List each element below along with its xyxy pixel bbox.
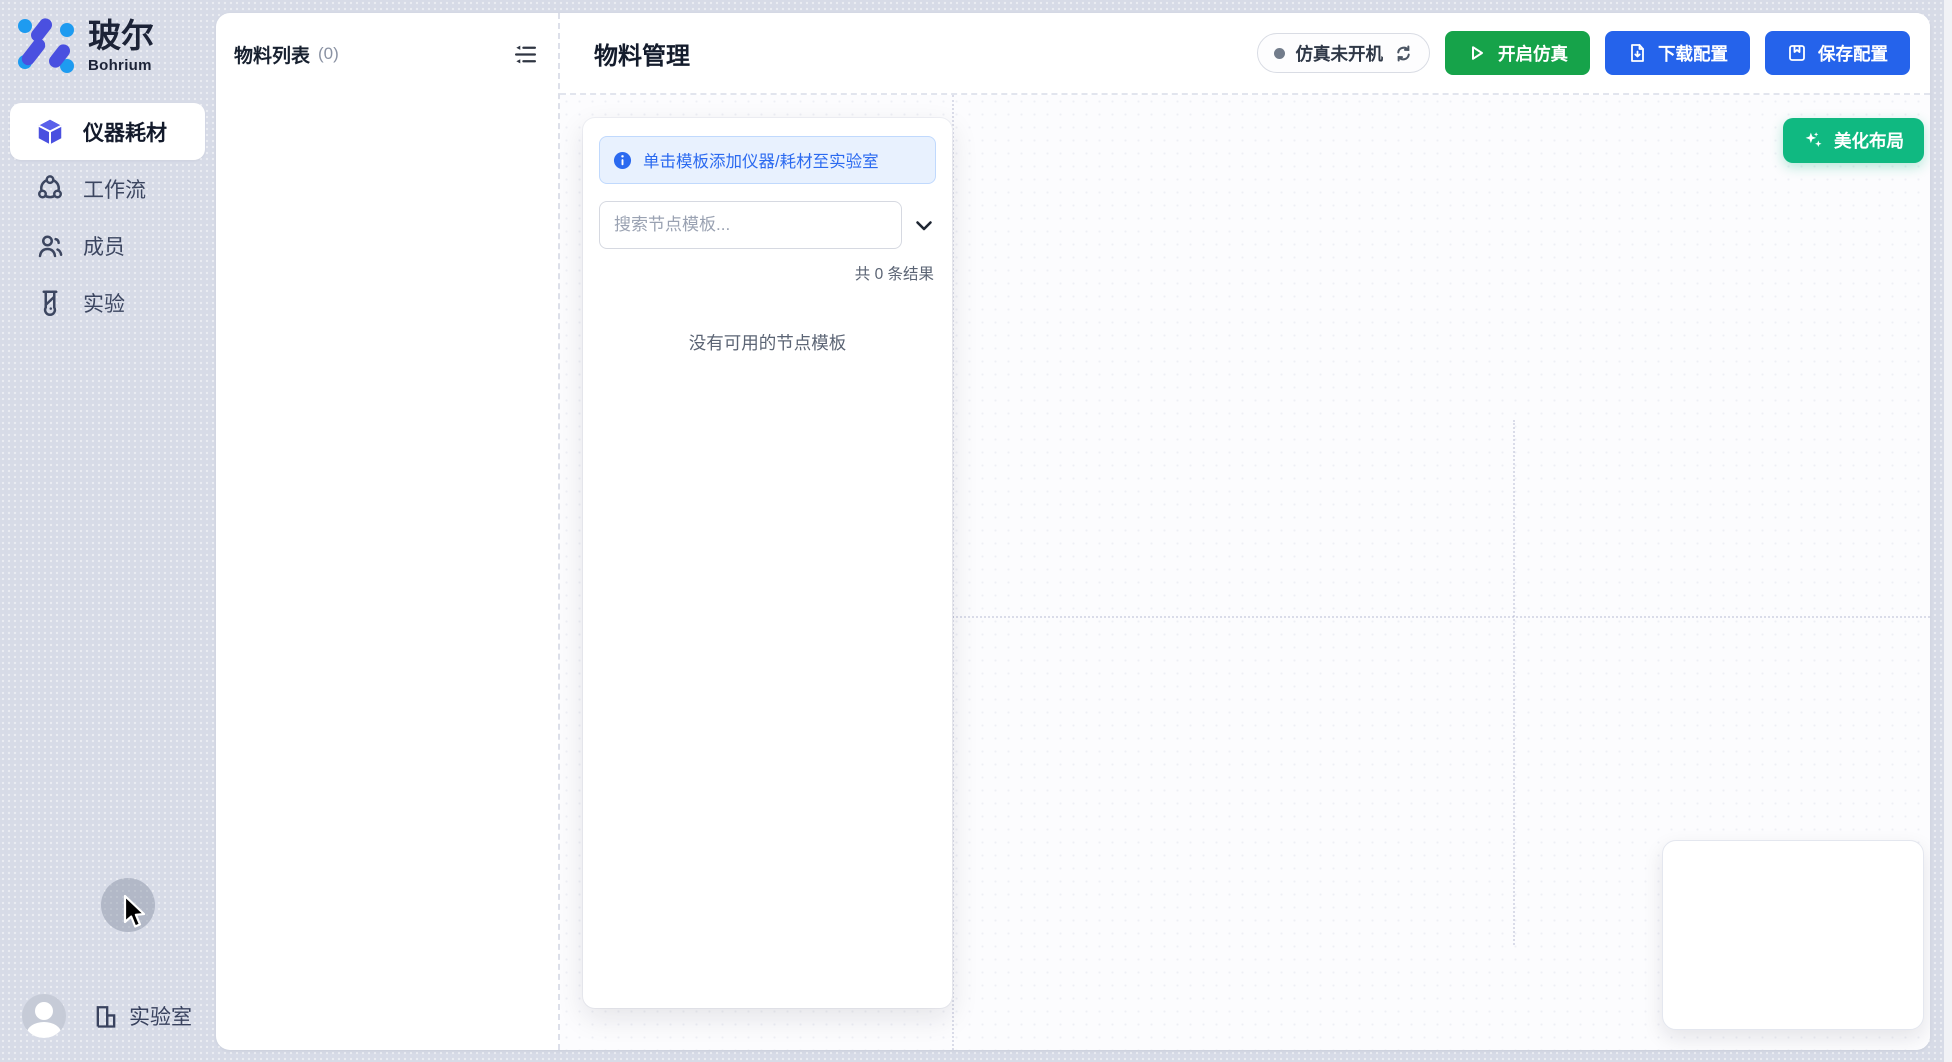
info-icon xyxy=(613,151,632,170)
workflow-icon xyxy=(34,173,65,204)
main-content: 物料管理 仿真未开机 开启仿真 xyxy=(560,13,1930,1050)
simulation-status-chip: 仿真未开机 xyxy=(1257,33,1431,73)
brand-name-en: Bohrium xyxy=(88,57,154,74)
brand-logo: 玻尔 Bohrium xyxy=(15,13,154,75)
sidebar-item-label: 成员 xyxy=(83,231,125,261)
mouse-cursor xyxy=(120,894,150,932)
user-avatar[interactable] xyxy=(22,994,66,1038)
template-result-count: 共 0 条结果 xyxy=(599,262,936,284)
sidebar-item-label: 工作流 xyxy=(83,174,146,204)
start-simulation-label: 开启仿真 xyxy=(1498,41,1568,66)
material-list-count: (0) xyxy=(318,44,339,64)
collapse-panel-button[interactable] xyxy=(510,39,540,69)
sparkles-icon xyxy=(1803,130,1824,151)
sidebar-item-members[interactable]: 成员 xyxy=(10,217,205,274)
cube-icon xyxy=(34,116,65,147)
simulation-status-label: 仿真未开机 xyxy=(1296,41,1384,66)
topbar: 物料管理 仿真未开机 开启仿真 xyxy=(560,13,1930,95)
workspace-switcher[interactable]: 实验室 xyxy=(92,1001,192,1031)
workspace-label: 实验室 xyxy=(129,1001,192,1031)
material-list-panel: 物料列表 (0) xyxy=(216,13,560,1050)
material-list-header: 物料列表 (0) xyxy=(234,39,540,69)
canvas-gridline xyxy=(1513,420,1515,945)
start-simulation-button[interactable]: 开启仿真 xyxy=(1445,31,1590,75)
sidebar-item-instruments[interactable]: 仪器耗材 xyxy=(10,103,205,160)
refresh-icon xyxy=(1394,44,1413,63)
scrollbar[interactable] xyxy=(1944,0,1952,1062)
refresh-status-button[interactable] xyxy=(1394,44,1413,63)
template-empty-text: 没有可用的节点模板 xyxy=(599,330,936,355)
download-config-button[interactable]: 下载配置 xyxy=(1605,31,1750,75)
save-icon xyxy=(1787,43,1807,63)
beautify-layout-button[interactable]: 美化布局 xyxy=(1783,118,1924,163)
collapse-template-list-button[interactable] xyxy=(912,213,936,237)
menu-fold-icon xyxy=(513,42,538,67)
canvas-gridline xyxy=(952,95,954,1050)
building-icon xyxy=(92,1002,120,1030)
page-title: 物料管理 xyxy=(594,36,690,71)
minimap[interactable] xyxy=(1662,840,1924,1030)
sidebar-item-label: 仪器耗材 xyxy=(83,117,167,147)
play-icon xyxy=(1467,43,1487,63)
sidebar-footer: 实验室 xyxy=(22,994,192,1038)
node-template-panel: 单击模板添加仪器/耗材至实验室 共 0 条结果 没有可用的节点模板 xyxy=(583,118,952,1008)
sidebar-nav: 仪器耗材 工作流 成员 xyxy=(10,103,205,331)
sidebar-item-experiments[interactable]: 实验 xyxy=(10,274,205,331)
save-config-button[interactable]: 保存配置 xyxy=(1765,31,1910,75)
save-config-label: 保存配置 xyxy=(1818,41,1888,66)
bohrium-logo-icon xyxy=(15,13,77,75)
template-hint-banner: 单击模板添加仪器/耗材至实验室 xyxy=(599,136,936,184)
status-dot-icon xyxy=(1274,48,1285,59)
beautify-layout-label: 美化布局 xyxy=(1834,128,1904,153)
brand-text: 玻尔 Bohrium xyxy=(88,13,154,74)
brand-name-zh: 玻尔 xyxy=(88,19,154,54)
experiment-icon xyxy=(34,287,65,318)
sidebar-item-label: 实验 xyxy=(83,288,125,318)
flow-canvas[interactable]: 单击模板添加仪器/耗材至实验室 共 0 条结果 没有可用的节点模板 xyxy=(560,95,1930,1050)
sidebar-item-workflow[interactable]: 工作流 xyxy=(10,160,205,217)
file-download-icon xyxy=(1627,43,1647,63)
main-card: 物料列表 (0) 物料管理 仿真未开机 xyxy=(216,13,1930,1050)
download-config-label: 下载配置 xyxy=(1658,41,1728,66)
template-search-input[interactable] xyxy=(599,201,902,249)
chevron-down-icon xyxy=(912,213,936,237)
template-search-row xyxy=(599,201,936,249)
canvas-gridline xyxy=(952,616,1930,618)
template-hint-text: 单击模板添加仪器/耗材至实验室 xyxy=(643,148,879,172)
members-icon xyxy=(34,230,65,261)
material-list-title: 物料列表 xyxy=(234,41,310,68)
